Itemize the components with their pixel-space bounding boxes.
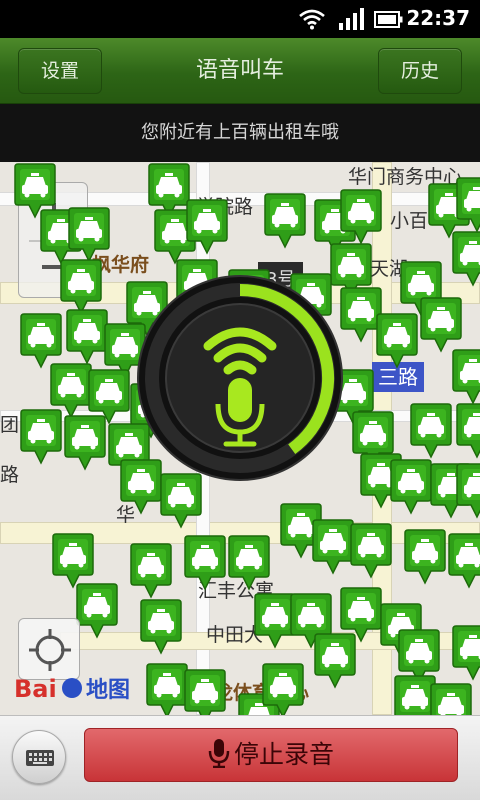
taxi-marker [312, 519, 354, 575]
map-label: 团 [0, 414, 20, 436]
history-button[interactable]: 历史 [378, 48, 462, 94]
battery-icon [374, 11, 403, 28]
taxi-marker [452, 349, 480, 405]
settings-button[interactable]: 设置 [18, 48, 102, 94]
taxi-marker [448, 533, 480, 589]
status-bar: 22:37 [0, 0, 480, 38]
wifi-icon [299, 9, 325, 30]
taxi-marker [186, 199, 228, 255]
taxi-marker [456, 463, 480, 519]
keyboard-toggle-button[interactable] [12, 730, 66, 784]
title-bar: 语音叫车 设置 历史 [0, 38, 480, 104]
taxi-marker [340, 189, 382, 245]
taxi-marker [68, 207, 110, 263]
taxi-marker [130, 543, 172, 599]
nearby-taxi-message: 您附近有上百辆出租车哦 [0, 104, 480, 162]
taxi-marker [420, 297, 462, 353]
taxi-marker [184, 669, 226, 715]
taxi-marker [66, 309, 108, 365]
taxi-marker [456, 177, 480, 233]
microphone-icon [208, 739, 230, 768]
taxi-marker [64, 415, 106, 471]
svg-text:Bai: Bai [14, 675, 57, 703]
taxi-marker [76, 583, 118, 639]
signal-icon [339, 8, 364, 30]
taxi-marker [184, 535, 226, 591]
taxi-marker [350, 523, 392, 579]
clock: 22:37 [406, 6, 470, 30]
stop-recording-label: 停止录音 [233, 740, 334, 769]
taxi-marker [140, 599, 182, 655]
taxi-marker [456, 403, 480, 459]
taxi-marker [452, 625, 480, 681]
voice-recording-dial[interactable] [136, 274, 344, 482]
taxi-marker [404, 529, 446, 585]
taxi-marker [264, 193, 306, 249]
taxi-marker [376, 313, 418, 369]
taxi-marker [262, 663, 304, 715]
baidu-map-logo: Bai 地图 [14, 675, 130, 703]
taxi-marker [20, 409, 62, 465]
map-label: 小百 [390, 210, 429, 232]
taxi-marker [410, 403, 452, 459]
taxi-marker [390, 459, 432, 515]
taxi-marker [340, 587, 382, 643]
taxi-marker [452, 231, 480, 287]
taxi-marker [228, 535, 270, 591]
svg-text:地图: 地图 [86, 678, 130, 703]
bottom-bar: 停止录音 [0, 715, 480, 800]
map-label: 路 [0, 464, 20, 486]
taxi-marker [430, 683, 472, 715]
stop-recording-button[interactable]: 停止录音 [84, 728, 458, 782]
keyboard-icon [26, 750, 54, 766]
